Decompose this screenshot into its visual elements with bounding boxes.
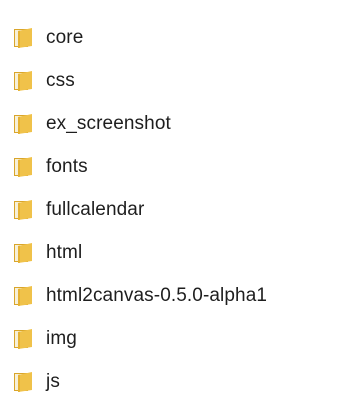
folder-label: css — [46, 69, 75, 91]
folder-list: core css ex_screenshot fonts fullcalenda… — [0, 0, 350, 410]
folder-item-core[interactable]: core — [0, 16, 350, 59]
folder-item-css[interactable]: css — [0, 59, 350, 102]
folder-label: core — [46, 26, 84, 48]
folder-icon — [12, 156, 36, 178]
folder-icon — [12, 285, 36, 307]
folder-label: html — [46, 241, 83, 263]
folder-item-img[interactable]: img — [0, 317, 350, 360]
folder-icon — [12, 242, 36, 264]
folder-label: js — [46, 370, 60, 392]
folder-icon — [12, 199, 36, 221]
folder-item-html[interactable]: html — [0, 231, 350, 274]
folder-label: img — [46, 327, 77, 349]
folder-icon — [12, 328, 36, 350]
folder-icon — [12, 371, 36, 393]
folder-label: fullcalendar — [46, 198, 145, 220]
folder-item-fonts[interactable]: fonts — [0, 145, 350, 188]
folder-item-html2canvas[interactable]: html2canvas-0.5.0-alpha1 — [0, 274, 350, 317]
folder-icon — [12, 70, 36, 92]
folder-label: ex_screenshot — [46, 112, 171, 134]
folder-icon — [12, 27, 36, 49]
folder-label: html2canvas-0.5.0-alpha1 — [46, 284, 268, 306]
folder-icon — [12, 113, 36, 135]
folder-label: fonts — [46, 155, 88, 177]
folder-item-fullcalendar[interactable]: fullcalendar — [0, 188, 350, 231]
folder-item-ex-screenshot[interactable]: ex_screenshot — [0, 102, 350, 145]
folder-item-js[interactable]: js — [0, 360, 350, 403]
